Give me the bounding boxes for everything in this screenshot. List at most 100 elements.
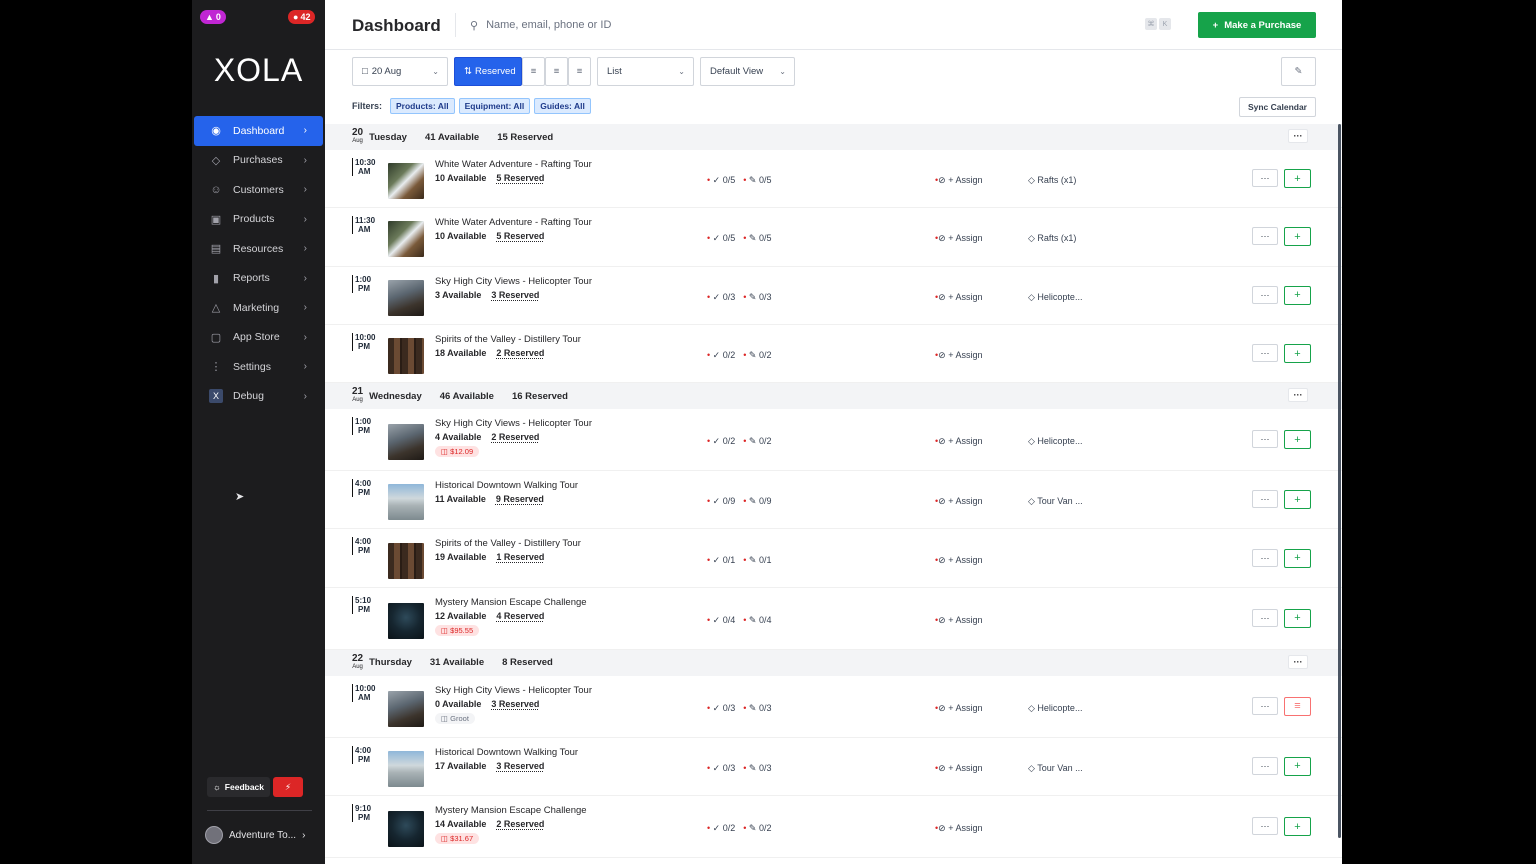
table-row[interactable]: 4:00 PM Spirits of the Valley - Distillery…: [325, 529, 1342, 588]
reserved-link[interactable]: 5 Reserved: [496, 173, 544, 183]
search-input[interactable]: ⚲ Name, email, phone or ID: [455, 13, 611, 37]
notification-badge[interactable]: ▲ 0: [200, 10, 226, 24]
bug-report-button[interactable]: ⚡: [273, 777, 304, 797]
assign-guide-button[interactable]: •⊘ + Assign: [935, 496, 982, 507]
assign-guide-button[interactable]: •⊘ + Assign: [935, 175, 982, 186]
waiver-count[interactable]: • ✎ 0/3: [743, 703, 771, 714]
checkin-count[interactable]: • ✓ 0/3: [707, 703, 735, 714]
table-row[interactable]: 10:00 PM Spirits of the Valley - Distiller…: [325, 325, 1342, 384]
assign-guide-button[interactable]: •⊘ + Assign: [935, 292, 982, 303]
equipment-link[interactable]: ◇ Rafts (x1): [1028, 175, 1076, 186]
checkin-count[interactable]: • ✓ 0/1: [707, 555, 735, 566]
reserved-filter-button[interactable]: ⇅ Reserved: [454, 57, 522, 86]
product-name[interactable]: Sky High City Views - Helicopter Tour: [435, 685, 592, 696]
scrollbar[interactable]: [1338, 124, 1341, 838]
reserved-link[interactable]: 3 Reserved: [496, 761, 544, 771]
waiver-count[interactable]: • ✎ 0/2: [743, 436, 771, 447]
full-slot-button[interactable]: ≡: [1284, 696, 1311, 716]
table-row[interactable]: 9:10 PM Mystery Mansion Escape Challenge 14…: [325, 796, 1342, 859]
reserved-link[interactable]: 5 Reserved: [496, 231, 544, 241]
waiver-count[interactable]: • ✎ 0/2: [743, 823, 771, 834]
sidebar-item-customers[interactable]: ☺ Customers ›: [194, 175, 323, 205]
row-more-button[interactable]: ···: [1252, 548, 1278, 567]
product-name[interactable]: Sky High City Views - Helicopter Tour: [435, 418, 592, 429]
checkin-count[interactable]: • ✓ 0/9: [707, 496, 735, 507]
assign-guide-button[interactable]: •⊘ + Assign: [935, 350, 982, 361]
reserved-link[interactable]: 1 Reserved: [496, 552, 544, 562]
account-switcher[interactable]: Adventure To... ›: [205, 826, 305, 844]
sort-option-button[interactable]: ≡: [522, 57, 545, 86]
add-booking-button[interactable]: +: [1284, 490, 1311, 510]
row-more-button[interactable]: ···: [1252, 490, 1278, 509]
sidebar-item-debug[interactable]: X Debug ›: [194, 382, 323, 412]
assign-guide-button[interactable]: •⊘ + Assign: [935, 823, 982, 834]
checkin-count[interactable]: • ✓ 0/3: [707, 763, 735, 774]
table-row[interactable]: 4:00 PM Historical Downtown Walking Tour 17…: [325, 738, 1342, 797]
reserved-link[interactable]: 9 Reserved: [496, 494, 544, 504]
equipment-link[interactable]: ◇ Helicopte...: [1028, 292, 1082, 303]
add-booking-button[interactable]: +: [1284, 548, 1311, 568]
sync-calendar-button[interactable]: Sync Calendar: [1238, 97, 1316, 117]
equipment-link[interactable]: ◇ Rafts (x1): [1028, 233, 1076, 244]
logo[interactable]: XOLA: [192, 52, 325, 89]
reserved-link[interactable]: 3 Reserved: [491, 699, 539, 709]
product-name[interactable]: White Water Adventure - Rafting Tour: [435, 159, 592, 170]
waiver-count[interactable]: • ✎ 0/2: [743, 350, 771, 361]
checkin-count[interactable]: • ✓ 0/5: [707, 175, 735, 186]
waiver-count[interactable]: • ✎ 0/3: [743, 292, 771, 303]
sort-option-button[interactable]: ≡: [545, 57, 568, 86]
table-row[interactable]: 10:00 AM Sky High City Views - Helicopter …: [325, 676, 1342, 738]
add-booking-button[interactable]: +: [1284, 227, 1311, 247]
waiver-count[interactable]: • ✎ 0/1: [743, 555, 771, 566]
make-purchase-button[interactable]: + Make a Purchase: [1198, 12, 1316, 38]
reserved-link[interactable]: 2 Reserved: [496, 819, 544, 829]
table-row[interactable]: 1:00 PM Sky High City Views - Helicopter T…: [325, 267, 1342, 325]
day-more-button[interactable]: ···: [1288, 388, 1308, 403]
sidebar-item-dashboard[interactable]: ◉ Dashboard ›: [194, 116, 323, 146]
view-mode-select[interactable]: List ⌄: [597, 57, 694, 86]
table-row[interactable]: 5:10 PM Mystery Mansion Escape Challenge 12…: [325, 588, 1342, 650]
filter-chip-products[interactable]: Products: All: [390, 98, 455, 114]
product-name[interactable]: Sky High City Views - Helicopter Tour: [435, 276, 592, 287]
add-booking-button[interactable]: +: [1284, 430, 1311, 450]
row-more-button[interactable]: ···: [1252, 430, 1278, 449]
sidebar-item-settings[interactable]: ⋮ Settings ›: [194, 352, 323, 382]
sidebar-item-app-store[interactable]: ▢ App Store ›: [194, 323, 323, 353]
row-more-button[interactable]: ···: [1252, 285, 1278, 304]
filter-chip-guides[interactable]: Guides: All: [534, 98, 591, 114]
sidebar-item-resources[interactable]: ▤ Resources ›: [194, 234, 323, 264]
checkin-count[interactable]: • ✓ 0/2: [707, 350, 735, 361]
row-more-button[interactable]: ···: [1252, 608, 1278, 627]
sort-option-button[interactable]: ≡: [568, 57, 591, 86]
saved-view-select[interactable]: Default View ⌄: [700, 57, 795, 86]
row-more-button[interactable]: ···: [1252, 169, 1278, 188]
checkin-count[interactable]: • ✓ 0/2: [707, 436, 735, 447]
feedback-button[interactable]: ☼ Feedback: [207, 777, 271, 797]
checkin-count[interactable]: • ✓ 0/3: [707, 292, 735, 303]
sidebar-item-reports[interactable]: ▮ Reports ›: [194, 264, 323, 294]
reserved-link[interactable]: 2 Reserved: [491, 432, 539, 442]
waiver-count[interactable]: • ✎ 0/9: [743, 496, 771, 507]
waiver-count[interactable]: • ✎ 0/5: [743, 233, 771, 244]
checkin-count[interactable]: • ✓ 0/4: [707, 615, 735, 626]
add-booking-button[interactable]: +: [1284, 344, 1311, 364]
reserved-link[interactable]: 3 Reserved: [491, 290, 539, 300]
row-more-button[interactable]: ···: [1252, 696, 1278, 715]
product-name[interactable]: Mystery Mansion Escape Challenge: [435, 805, 587, 816]
row-more-button[interactable]: ···: [1252, 817, 1278, 836]
alert-badge[interactable]: ● 42: [288, 10, 316, 24]
table-row[interactable]: 11:30 AM White Water Adventure - Rafting T…: [325, 208, 1342, 267]
day-more-button[interactable]: ···: [1288, 654, 1308, 669]
product-name[interactable]: Historical Downtown Walking Tour: [435, 480, 578, 491]
product-name[interactable]: Spirits of the Valley - Distillery Tour: [435, 334, 581, 345]
edit-button[interactable]: ✎: [1281, 57, 1316, 86]
add-booking-button[interactable]: +: [1284, 756, 1311, 776]
waiver-count[interactable]: • ✎ 0/3: [743, 763, 771, 774]
sidebar-item-purchases[interactable]: ◇ Purchases ›: [194, 146, 323, 176]
checkin-count[interactable]: • ✓ 0/5: [707, 233, 735, 244]
assign-guide-button[interactable]: •⊘ + Assign: [935, 436, 982, 447]
reserved-link[interactable]: 4 Reserved: [496, 611, 544, 621]
checkin-count[interactable]: • ✓ 0/2: [707, 823, 735, 834]
row-more-button[interactable]: ···: [1252, 227, 1278, 246]
equipment-link[interactable]: ◇ Tour Van ...: [1028, 763, 1083, 774]
